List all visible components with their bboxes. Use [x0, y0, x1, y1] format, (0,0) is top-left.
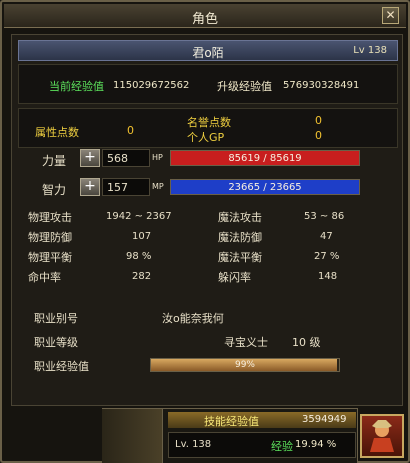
intelligence-value: 157 [102, 178, 150, 196]
physical-defense-value: 107 [132, 231, 152, 242]
character-level: Lv 138 [353, 45, 387, 56]
attr-points-value: 0 [127, 124, 134, 137]
magic-attack-value: 53 ~ 86 [304, 211, 345, 222]
gp-label: 个人GP [187, 131, 225, 144]
close-button[interactable]: ✕ [382, 7, 399, 24]
skill-exp-value: 3594949 [302, 414, 347, 425]
job-alias-value: 汝o能奈我何 [162, 312, 224, 325]
physical-balance-value: 98 % [126, 251, 152, 262]
experience-box: 当前经验值 115029672562 升级经验值 576930328491 [18, 64, 398, 104]
magic-balance-value: 27 % [314, 251, 340, 262]
job-exp-text: 99% [234, 360, 255, 370]
mp-tag: MP [152, 182, 164, 191]
hp-bar-text: 85619 / 85619 [228, 153, 302, 164]
hp-bar: 85619 / 85619 [170, 150, 360, 166]
next-exp-value: 576930328491 [283, 80, 360, 91]
skill-level-bar: Lv. 138 经验 19.94 % [168, 432, 356, 458]
physical-attack-label: 物理攻击 [28, 211, 72, 224]
hit-rate-value: 282 [132, 271, 152, 282]
job-exp-label: 职业经验值 [34, 360, 89, 373]
stat-name: 力量 [42, 154, 67, 168]
dodge-rate-label: 躲闪率 [218, 271, 251, 284]
title-bar[interactable]: 角色 ✕ [4, 4, 406, 28]
physical-attack-value: 1942 ~ 2367 [106, 211, 172, 222]
mp-bar-text: 23665 / 23665 [228, 182, 302, 193]
gp-value: 0 [315, 129, 322, 142]
skill-exp-percent: 19.94 % [295, 439, 337, 450]
job-title: 寻宝义士 [224, 336, 268, 349]
magic-balance-label: 魔法平衡 [218, 251, 262, 264]
stat-row-intelligence: 智力 + 157 MP 23665 / 23665 [24, 176, 364, 200]
current-exp-label: 当前经验值 [49, 80, 104, 93]
physical-balance-label: 物理平衡 [28, 251, 72, 264]
character-name-bar: 君o陌 Lv 138 [18, 40, 398, 61]
skill-exp-percent-label: 经验 [271, 440, 293, 453]
current-exp-value: 115029672562 [113, 80, 190, 91]
next-exp-label: 升级经验值 [217, 80, 272, 93]
magic-defense-value: 47 [320, 231, 333, 242]
stat-name: 智力 [42, 183, 67, 197]
job-level-label: 职业等级 [34, 336, 78, 349]
warrior-icon [370, 420, 394, 452]
magic-attack-label: 魔法攻击 [218, 211, 262, 224]
add-intelligence-button[interactable]: + [80, 178, 100, 196]
skill-exp-header: 技能经验值 3594949 [168, 412, 356, 428]
job-exp-bar: 99% [150, 358, 340, 372]
stat-row-strength: 力量 + 568 HP 85619 / 85619 [24, 147, 364, 171]
honor-points-label: 名誉点数 [187, 116, 231, 129]
add-strength-button[interactable]: + [80, 149, 100, 167]
skill-level: Lv. 138 [175, 439, 212, 450]
physical-defense-label: 物理防御 [28, 231, 72, 244]
hp-tag: HP [152, 153, 163, 162]
honor-points-value: 0 [315, 114, 322, 127]
dodge-rate-value: 148 [318, 271, 338, 282]
character-name: 君o陌 [192, 46, 224, 60]
attr-points-label: 属性点数 [35, 126, 79, 139]
magic-defense-label: 魔法防御 [218, 231, 262, 244]
decorative-frame [102, 408, 162, 463]
mp-bar: 23665 / 23665 [170, 179, 360, 195]
strength-value: 568 [102, 149, 150, 167]
skill-exp-label: 技能经验值 [204, 415, 259, 428]
hit-rate-label: 命中率 [28, 271, 61, 284]
points-box: 属性点数 0 名誉点数 0 个人GP 0 [18, 108, 398, 148]
skill-icon[interactable] [360, 414, 404, 458]
character-window: 角色 ✕ 君o陌 Lv 138 当前经验值 115029672562 升级经验值… [0, 0, 410, 463]
job-alias-label: 职业别号 [34, 312, 78, 325]
window-title: 角色 [191, 12, 218, 27]
job-level-value: 10 级 [292, 336, 321, 349]
